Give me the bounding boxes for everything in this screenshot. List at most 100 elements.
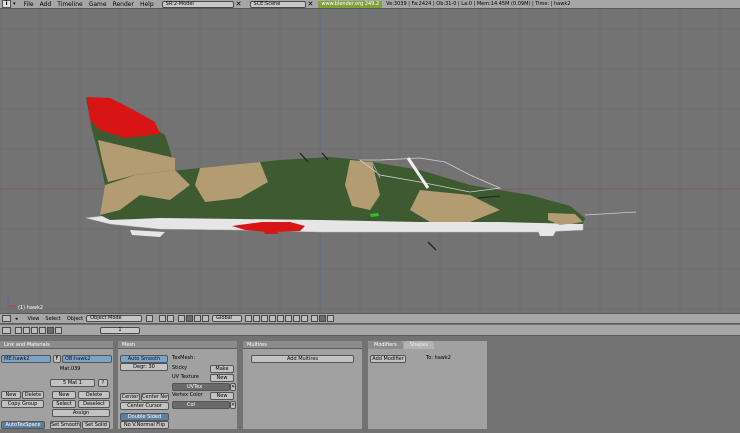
rotate-icon[interactable] bbox=[194, 315, 202, 322]
auto-tex-space-toggle[interactable]: AutoTexSpace bbox=[1, 421, 45, 429]
layer-5-icon[interactable] bbox=[277, 315, 285, 322]
buttons-header: 1 bbox=[0, 325, 740, 336]
layer-8-icon[interactable] bbox=[301, 315, 309, 322]
modifier-target-label: To: hawk2 bbox=[426, 355, 451, 361]
copy-group-button[interactable]: Copy Group bbox=[1, 400, 44, 408]
active-object-label: (1) hawk2 bbox=[18, 305, 44, 311]
menu-help[interactable]: Help bbox=[140, 1, 154, 8]
degr-field[interactable]: Degr: 30 bbox=[120, 363, 168, 371]
material-slot-field[interactable]: 5 Mat 1 bbox=[50, 379, 95, 387]
center-button[interactable]: Center bbox=[120, 393, 140, 401]
auto-smooth-toggle[interactable]: Auto Smooth bbox=[120, 355, 168, 363]
link-materials-panel: Link and Materials ME:hawk2 F OB:hawk2 M… bbox=[0, 341, 113, 429]
uv-delete-icon[interactable]: ✕ bbox=[230, 383, 236, 391]
menu-timeline[interactable]: Timeline bbox=[57, 1, 83, 8]
manipulator-icon[interactable] bbox=[178, 315, 186, 322]
tab-shapes[interactable]: Shapes bbox=[403, 341, 435, 349]
menu-select[interactable]: Select bbox=[45, 316, 60, 322]
layer-1-icon[interactable] bbox=[245, 315, 253, 322]
vc-layer-field[interactable]: Col bbox=[172, 401, 230, 409]
editing-context-icon[interactable] bbox=[47, 326, 54, 334]
layer-2-icon[interactable] bbox=[253, 315, 261, 322]
lock-icon[interactable] bbox=[311, 315, 319, 322]
3d-viewport[interactable]: (1) hawk2 bbox=[0, 10, 740, 313]
screen-delete-icon[interactable]: ✕ bbox=[236, 1, 242, 8]
link-materials-title[interactable]: Link and Materials bbox=[0, 341, 113, 349]
uv-new-button[interactable]: New bbox=[210, 374, 234, 382]
object-name-field[interactable]: OB:hawk2 bbox=[62, 355, 112, 363]
viewport-canvas[interactable] bbox=[0, 10, 740, 313]
info-header: i ▾ File Add Timeline Game Render Help S… bbox=[0, 0, 740, 9]
layer-3-icon[interactable] bbox=[261, 315, 269, 322]
orientation-selector[interactable]: Global bbox=[212, 315, 243, 322]
scene-selector[interactable]: SCE:Scene bbox=[249, 0, 306, 8]
vc-delete-icon[interactable]: ✕ bbox=[230, 401, 236, 409]
sticky-label: Sticky bbox=[172, 365, 187, 371]
uv-layer-field[interactable]: UVTex bbox=[172, 383, 230, 391]
axis-gizmo bbox=[7, 296, 16, 307]
translate-icon[interactable] bbox=[186, 315, 194, 322]
script-context-icon[interactable] bbox=[23, 326, 30, 334]
frame-field[interactable]: 1 bbox=[100, 326, 140, 334]
vc-new-button[interactable]: New bbox=[210, 392, 234, 400]
center-new-button[interactable]: Center New bbox=[141, 393, 169, 401]
shading-context-icon[interactable] bbox=[31, 326, 38, 334]
header-collapse-icon[interactable]: ◂ bbox=[15, 316, 18, 322]
scene-delete-icon[interactable]: ✕ bbox=[308, 1, 314, 8]
window-type-arrow-icon[interactable]: ▾ bbox=[13, 1, 16, 7]
delete-button[interactable]: Delete bbox=[22, 391, 44, 399]
material-new-button[interactable]: New bbox=[52, 391, 76, 399]
set-smooth-button[interactable]: Set Smooth bbox=[50, 421, 81, 429]
view3d-header: ◂ View Select Object Object Mode Global bbox=[0, 313, 740, 324]
multires-title[interactable]: Multires bbox=[243, 341, 362, 349]
draw-type-icon[interactable] bbox=[146, 315, 154, 322]
add-modifier-button[interactable]: Add Modifier bbox=[370, 355, 406, 363]
jet-antenna-bottom bbox=[427, 241, 437, 251]
blender-url[interactable]: www.blender.org 249.2 bbox=[318, 0, 383, 8]
menu-game[interactable]: Game bbox=[89, 1, 107, 8]
menu-view[interactable]: View bbox=[28, 316, 40, 322]
menu-render[interactable]: Render bbox=[113, 1, 134, 8]
menu-object[interactable]: Object bbox=[67, 316, 83, 322]
info-window-icon[interactable]: i bbox=[2, 0, 11, 8]
set-solid-button[interactable]: Set Solid bbox=[82, 421, 110, 429]
mode-selector[interactable]: Object Mode bbox=[86, 315, 143, 322]
mesh-title[interactable]: Mesh bbox=[118, 341, 237, 349]
object-context-icon[interactable] bbox=[39, 326, 46, 334]
fake-user-button[interactable]: F bbox=[53, 355, 61, 363]
no-vnormal-flip-toggle[interactable]: No V.Normal Flip bbox=[120, 421, 169, 429]
sticky-make-button[interactable]: Make bbox=[210, 365, 234, 373]
material-delete-button[interactable]: Delete bbox=[78, 391, 110, 399]
center-cursor-button[interactable]: Center Cursor bbox=[120, 402, 169, 410]
menu-add[interactable]: Add bbox=[40, 1, 52, 8]
jet-model bbox=[85, 97, 637, 251]
pivot-icon[interactable] bbox=[159, 315, 167, 322]
snap-icon[interactable] bbox=[167, 315, 175, 322]
menu-file[interactable]: File bbox=[24, 1, 34, 8]
scene-context-icon[interactable] bbox=[55, 326, 62, 334]
mesh-panel: Mesh Auto Smooth Degr: 30 TexMesh: Stick… bbox=[118, 341, 237, 429]
render-icon[interactable] bbox=[319, 315, 327, 322]
mesh-name-field[interactable]: ME:hawk2 bbox=[1, 355, 51, 363]
uv-texture-label: UV Texture bbox=[172, 374, 199, 380]
scale-icon[interactable] bbox=[202, 315, 210, 322]
buttons-window-icon[interactable] bbox=[2, 326, 11, 334]
layer-7-icon[interactable] bbox=[293, 315, 301, 322]
select-button[interactable]: Select bbox=[52, 400, 76, 408]
deselect-button[interactable]: Deselect bbox=[78, 400, 110, 408]
assign-button[interactable]: Assign bbox=[52, 409, 110, 417]
multires-panel: Multires Add Multires bbox=[243, 341, 362, 429]
add-multires-button[interactable]: Add Multires bbox=[251, 355, 354, 363]
double-sided-toggle[interactable]: Double Sided bbox=[120, 413, 169, 421]
layer-6-icon[interactable] bbox=[285, 315, 293, 322]
new-button[interactable]: New bbox=[1, 391, 21, 399]
logic-context-icon[interactable] bbox=[15, 326, 22, 334]
material-help-button[interactable]: ? bbox=[98, 379, 108, 387]
layer-4-icon[interactable] bbox=[269, 315, 277, 322]
camera-icon[interactable] bbox=[327, 315, 335, 322]
screen-selector[interactable]: SR:2-Model bbox=[161, 0, 234, 8]
vertex-color-label: Vertex Color bbox=[172, 392, 203, 398]
modifier-tabs: Modifiers Shapes bbox=[368, 341, 435, 349]
tab-modifiers[interactable]: Modifiers bbox=[368, 341, 403, 349]
view3d-window-icon[interactable] bbox=[2, 315, 11, 322]
